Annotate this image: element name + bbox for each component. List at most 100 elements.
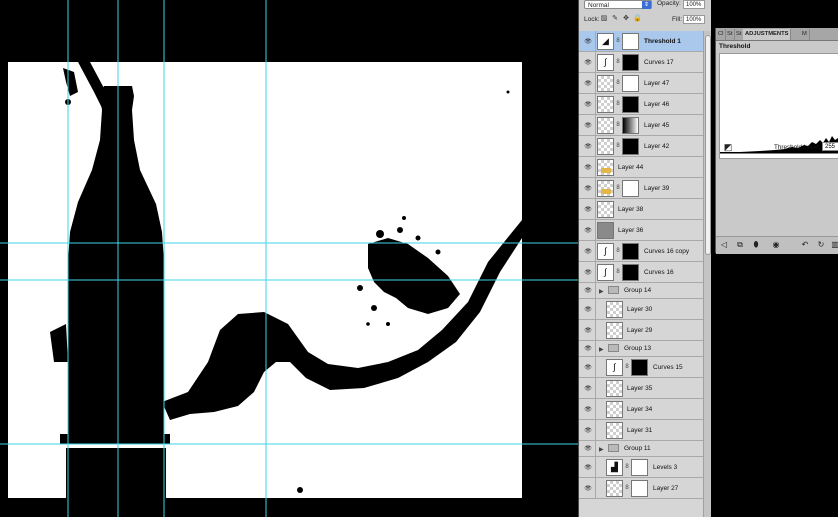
link-icon[interactable]: 8 [616,80,620,87]
layer-mask-thumbnail[interactable] [631,359,648,376]
layer-row[interactable]: 👁 ∫ 8 Curves 16 [579,262,703,283]
lock-image-pixels-icon[interactable]: ✎ [611,15,619,23]
layer-name[interactable]: Layer 27 [653,478,678,498]
layer-row[interactable]: 👁 Layer 38 [579,199,703,220]
lock-all-icon[interactable]: 🔒 [633,15,642,23]
layer-mask-thumbnail[interactable] [631,459,648,476]
layer-row[interactable]: 👁 ▟ 8 Levels 3 [579,457,703,478]
layer-group-row[interactable]: 👁 ▶ Group 13 [579,341,703,357]
eye-visibility-icon[interactable]: 👁 [582,220,594,240]
reset-icon[interactable]: ↻ [816,240,826,250]
preview-icon[interactable]: ◩ [722,142,734,153]
eye-visibility-icon[interactable]: 👁 [582,136,594,156]
eye-visibility-icon[interactable]: 👁 [582,52,594,72]
document-canvas-area[interactable] [0,0,578,517]
layer-row[interactable]: 👁 Layer 36 [579,220,703,241]
layer-row[interactable]: 👁 Layer 35 [579,378,703,399]
eye-visibility-icon[interactable]: 👁 [582,399,594,419]
layer-name[interactable]: Curves 17 [644,52,674,72]
eye-visibility-icon[interactable]: 👁 [582,478,594,498]
disclosure-triangle-icon[interactable]: ▶ [599,346,604,353]
layer-mask-thumbnail[interactable] [622,264,639,281]
opacity-field[interactable]: 100% [683,0,705,9]
link-icon[interactable]: 8 [616,269,620,276]
eye-visibility-icon[interactable]: 👁 [582,441,594,456]
tab-masks[interactable]: M [800,29,810,40]
layer-mask-thumbnail[interactable] [622,138,639,155]
layer-mask-thumbnail[interactable] [622,96,639,113]
eye-visibility-icon[interactable]: 👁 [582,283,594,298]
layer-row[interactable]: 👁 Layer 29 [579,320,703,341]
layer-row[interactable]: 👁 Layer 30 [579,299,703,320]
layer-name[interactable]: Layer 47 [644,73,669,93]
layer-row[interactable]: 👁 8 Layer 47 [579,73,703,94]
layer-row[interactable]: 👁 Layer 34 [579,399,703,420]
eye-visibility-icon[interactable]: 👁 [582,178,594,198]
layer-mask-thumbnail[interactable] [622,180,639,197]
link-icon[interactable]: 8 [616,185,620,192]
layer-name[interactable]: Curves 15 [653,357,683,377]
eye-visibility-icon[interactable]: 👁 [582,378,594,398]
layer-name[interactable]: Layer 42 [644,136,669,156]
link-icon[interactable]: 8 [616,38,620,45]
layer-name[interactable]: Group 11 [624,441,651,456]
layer-mask-thumbnail[interactable] [622,243,639,260]
layer-name[interactable]: Layer 29 [627,320,652,340]
layer-name[interactable]: Group 13 [624,341,651,356]
layer-row[interactable]: 👁 Layer 44 [579,157,703,178]
layer-row[interactable]: 👁 ◢ 8 Threshold 1 [579,31,703,52]
tab-adjustments[interactable]: ADJUSTMENTS [743,29,792,40]
layer-row[interactable]: 👁 8 Layer 27 [579,478,703,499]
layer-name[interactable]: Layer 35 [627,378,652,398]
eye-visibility-icon[interactable]: 👁 [582,115,594,135]
layer-name[interactable]: Threshold 1 [644,31,681,51]
layer-name[interactable]: Layer 30 [627,299,652,319]
fill-field[interactable]: 100% [683,15,705,24]
layer-row[interactable]: 👁 Layer 31 [579,420,703,441]
eye-visibility-icon[interactable]: 👁 [582,157,594,177]
layer-mask-thumbnail[interactable] [622,75,639,92]
link-icon[interactable]: 8 [625,364,629,371]
eye-visibility-icon[interactable]: 👁 [582,457,594,477]
reset-previous-icon[interactable]: ↶ [800,240,810,250]
layer-name[interactable]: Layer 31 [627,420,652,440]
link-icon[interactable]: 8 [616,122,620,129]
eye-visibility-icon[interactable]: 👁 [582,241,594,261]
eye-visibility-icon[interactable]: 👁 [582,299,594,319]
layer-name[interactable]: Group 14 [624,283,651,298]
eye-visibility-icon[interactable]: 👁 [582,341,594,356]
eye-visibility-icon[interactable]: 👁 [582,420,594,440]
back-icon[interactable]: ◁ [719,240,729,250]
layer-row[interactable]: 👁 8 Layer 42 [579,136,703,157]
eye-visibility-icon[interactable]: 👁 [582,94,594,114]
lock-position-icon[interactable]: ✥ [622,15,630,23]
layer-name[interactable]: Layer 45 [644,115,669,135]
layer-row[interactable]: 👁 8 Layer 39 [579,178,703,199]
disclosure-triangle-icon[interactable]: ▶ [599,446,604,453]
layer-name[interactable]: Levels 3 [653,457,677,477]
layer-row[interactable]: 👁 8 Layer 45 [579,115,703,136]
link-icon[interactable]: 8 [616,248,620,255]
expand-icon[interactable]: ⧉ [735,240,745,250]
link-icon[interactable]: 8 [616,101,620,108]
layer-name[interactable]: Curves 16 [644,262,674,282]
disclosure-triangle-icon[interactable]: ▶ [599,288,604,295]
layer-group-row[interactable]: 👁 ▶ Group 14 [579,283,703,299]
layer-name[interactable]: Layer 34 [627,399,652,419]
layer-row[interactable]: 👁 ∫ 8 Curves 17 [579,52,703,73]
layer-mask-thumbnail[interactable] [622,33,639,50]
link-icon[interactable]: 8 [625,464,629,471]
layer-name[interactable]: Layer 44 [618,157,643,177]
eye-visibility-icon[interactable]: 👁 [582,320,594,340]
layer-name[interactable]: Layer 46 [644,94,669,114]
eye-visibility-icon[interactable]: 👁 [582,199,594,219]
blend-mode-select[interactable]: Normal ⇕ [584,0,652,9]
document-canvas[interactable] [8,62,522,498]
eye-visibility-icon[interactable]: 👁 [582,73,594,93]
layer-name[interactable]: Curves 16 copy [644,241,689,261]
visibility-icon[interactable]: ◉ [771,240,781,250]
clip-icon[interactable]: ⬮ [751,240,761,250]
link-icon[interactable]: 8 [616,143,620,150]
trash-icon[interactable]: ▥ [830,240,838,250]
layer-name[interactable]: Layer 38 [618,199,643,219]
